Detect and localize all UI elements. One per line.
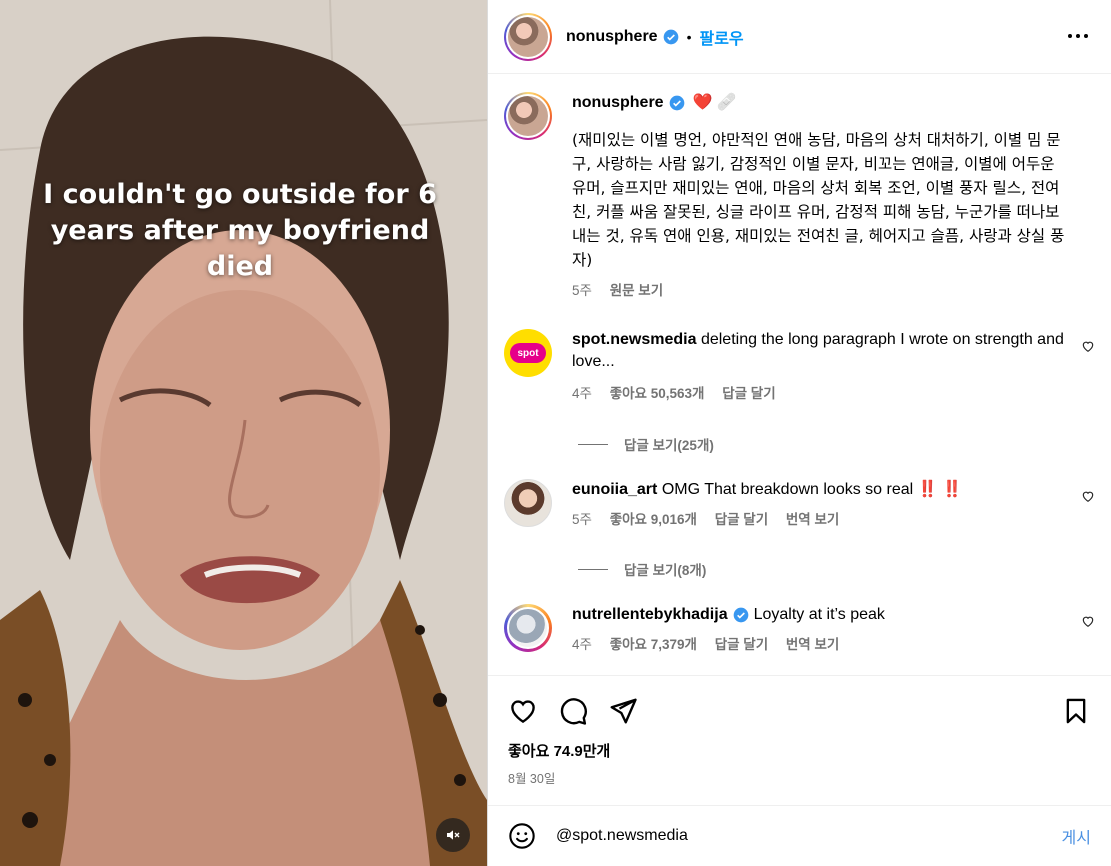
- translate-button[interactable]: 번역 보기: [786, 512, 839, 527]
- save-bookmark-icon[interactable]: [1062, 696, 1090, 726]
- comment-likes[interactable]: 좋아요 7,379개: [610, 637, 697, 652]
- comment-username[interactable]: nutrellentebykhadija: [572, 604, 728, 626]
- more-options-icon[interactable]: [1067, 24, 1089, 48]
- verified-badge-icon: [663, 29, 678, 44]
- comment-input[interactable]: [556, 827, 1026, 845]
- commenter-avatar[interactable]: spot: [504, 329, 552, 377]
- comment-likes[interactable]: 좋아요 50,563개: [610, 386, 705, 401]
- mute-button[interactable]: [436, 818, 470, 852]
- comment-time[interactable]: 4주: [572, 386, 592, 401]
- comment-item: spot spot.newsmedia deleting the long pa…: [504, 329, 1095, 405]
- reel-video[interactable]: I couldn't go outside for 6 years after …: [0, 0, 487, 866]
- translate-button[interactable]: 번역 보기: [786, 637, 839, 652]
- view-replies-button[interactable]: 답글 보기(8개): [578, 559, 706, 579]
- post-like-count[interactable]: 좋아요 74.9만개: [508, 740, 610, 761]
- caption-username[interactable]: nonusphere: [572, 92, 664, 114]
- commenter-avatar[interactable]: [504, 479, 552, 527]
- see-original-button[interactable]: 원문 보기: [610, 283, 663, 298]
- view-replies-label: 답글 보기(25개): [624, 438, 714, 453]
- comment-likes[interactable]: 좋아요 9,016개: [610, 512, 697, 527]
- comment-text: OMG That breakdown looks so real ‼️ ‼️: [661, 481, 962, 498]
- comment-item: nutrellentebykhadija Loyalty at it’s pea…: [504, 604, 1095, 656]
- reply-button[interactable]: 답글 달기: [715, 637, 768, 652]
- author-avatar[interactable]: [504, 12, 552, 61]
- verified-badge-icon: [733, 607, 748, 623]
- follow-button[interactable]: 팔로우: [699, 25, 743, 49]
- video-overlay-text: I couldn't go outside for 6 years after …: [43, 179, 437, 282]
- replies-divider: [578, 568, 608, 570]
- reply-button[interactable]: 답글 달기: [722, 386, 775, 401]
- caption-emojis: ❤️ 🩹: [692, 94, 737, 111]
- comment-item: eunoiia_art OMG That breakdown looks so …: [504, 479, 1095, 531]
- share-icon[interactable]: [608, 696, 638, 726]
- like-comment-icon[interactable]: [1081, 339, 1095, 353]
- post-comment-button[interactable]: 게시: [1062, 824, 1091, 848]
- comment-time[interactable]: 5주: [572, 512, 592, 527]
- separator-dot: •: [686, 28, 692, 45]
- comment-time[interactable]: 4주: [572, 637, 592, 652]
- reply-button[interactable]: 답글 달기: [715, 512, 768, 527]
- emoji-icon[interactable]: [508, 822, 536, 850]
- view-replies-label: 답글 보기(8개): [624, 563, 707, 578]
- post-date[interactable]: 8월 30일: [508, 768, 555, 787]
- comment-username[interactable]: spot.newsmedia: [572, 331, 696, 348]
- comment-text: Loyalty at it’s peak: [753, 606, 885, 623]
- view-replies-button[interactable]: 답글 보기(25개): [578, 434, 714, 454]
- speaker-muted-icon: [447, 830, 460, 840]
- verified-badge-icon: [669, 95, 684, 111]
- like-comment-icon[interactable]: [1081, 489, 1095, 503]
- author-username[interactable]: nonusphere: [566, 28, 658, 46]
- commenter-avatar[interactable]: [504, 604, 552, 652]
- caption-text: (재미있는 이별 명언, 야만적인 연애 농담, 마음의 상처 대처하기, 이별…: [572, 131, 1065, 269]
- caption-author-avatar[interactable]: [504, 92, 552, 140]
- post-header: nonusphere • 팔로우: [488, 0, 1111, 74]
- comment-icon[interactable]: [558, 696, 588, 726]
- post-panel: nonusphere • 팔로우 nonusphere ❤️ 🩹 (재미있는 이…: [487, 0, 1111, 866]
- like-comment-icon[interactable]: [1081, 614, 1095, 628]
- caption-time[interactable]: 5주: [572, 283, 592, 298]
- comment-username[interactable]: eunoiia_art: [572, 481, 657, 498]
- post-caption: nonusphere ❤️ 🩹 (재미있는 이별 명언, 야만적인 연애 농담,…: [504, 92, 1095, 302]
- video-frame-illustration: [0, 0, 487, 866]
- comment-composer: 게시: [488, 805, 1111, 866]
- replies-divider: [578, 443, 608, 445]
- like-icon[interactable]: [508, 696, 538, 726]
